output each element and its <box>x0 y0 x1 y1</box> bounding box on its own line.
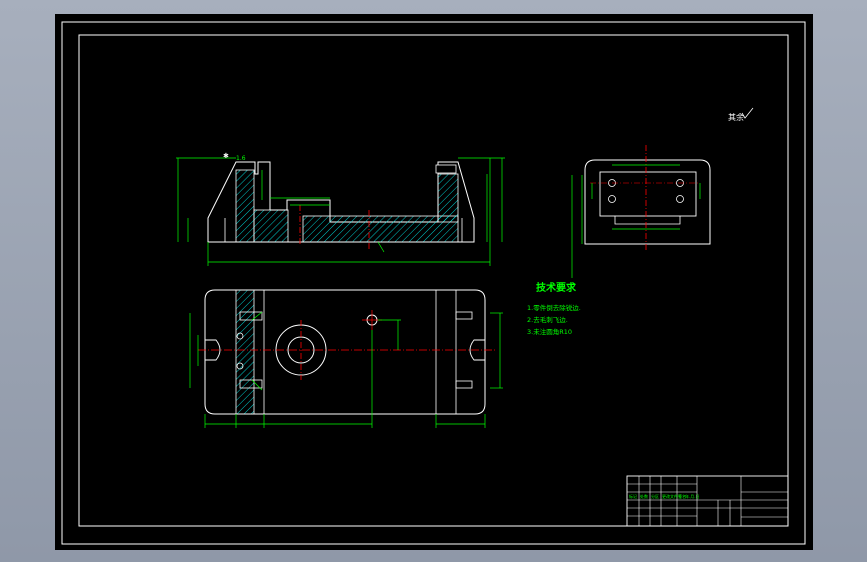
svg-text:✱: ✱ <box>223 152 229 160</box>
front-view: ✱ 1.6 <box>176 152 505 266</box>
note-3: 3.未注圆角R10 <box>527 327 572 336</box>
title-block: 标记 处数 分区 更改文件号 签名 年.月.日 <box>626 475 789 527</box>
note-1: 1.零件倒去除锐边. <box>527 303 581 312</box>
sheet-outer-border <box>61 21 806 545</box>
technical-notes: 技术要求 1.零件倒去除锐边. 2.去毛刺飞边. 3.未注圆角R10 <box>527 281 581 336</box>
cad-viewport: 其余 ✱ 1.6 技术要求 1.零件倒去除锐边. 2.去毛刺飞边. 3.未注圆角… <box>0 0 867 562</box>
title-block-date: 年.月.日 <box>685 493 700 499</box>
side-view <box>571 145 711 278</box>
title-block-zone: 分区 <box>651 493 659 499</box>
title-block-count: 处数 <box>640 493 648 499</box>
roughness-label: 其余 <box>728 112 744 122</box>
drawing-svg: 其余 ✱ 1.6 技术要求 1.零件倒去除锐边. 2.去毛刺飞边. 3.未注圆角… <box>61 21 806 545</box>
svg-text:1.6: 1.6 <box>236 155 246 162</box>
notes-title: 技术要求 <box>536 281 577 294</box>
note-2: 2.去毛刺飞边. <box>527 315 568 324</box>
top-view <box>189 289 503 428</box>
title-block-mark: 标记 <box>629 493 637 499</box>
sheet-inner-border <box>78 34 789 527</box>
roughness-mark: 其余 <box>728 107 754 122</box>
